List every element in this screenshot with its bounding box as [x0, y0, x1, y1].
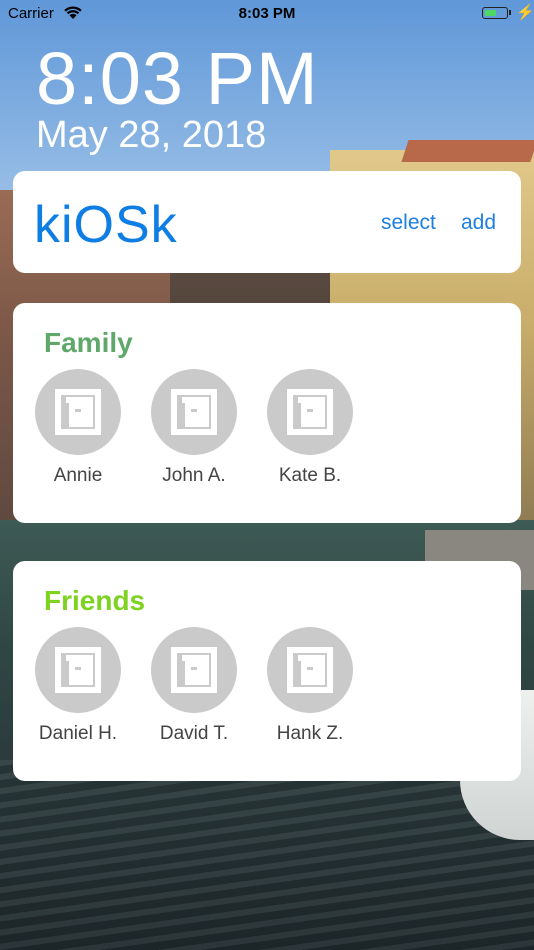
group-title: Family — [44, 327, 133, 358]
contact-item[interactable]: John A. — [134, 369, 254, 487]
contact-name: Kate B. — [278, 465, 342, 486]
charging-bolt-icon: ⚡ — [516, 4, 534, 21]
placeholder-avatar-icon — [151, 369, 237, 455]
header-card: kiOSk select add — [13, 171, 521, 273]
group-card-friends: Friends Daniel H. David T. Hank Z. — [13, 561, 521, 781]
clock-time: 8:03 PM — [36, 37, 319, 120]
group-title: Friends — [44, 585, 146, 616]
placeholder-avatar-icon — [35, 627, 121, 713]
contact-item[interactable]: Annie — [18, 369, 138, 487]
contact-name: John A. — [162, 465, 226, 486]
contact-item[interactable]: Kate B. — [250, 369, 370, 487]
placeholder-avatar-icon — [267, 369, 353, 455]
group-card-family: Family Annie John A. Kate B. — [13, 303, 521, 523]
clock-date: May 28, 2018 — [36, 114, 267, 156]
battery-icon — [482, 7, 508, 19]
battery-tip — [509, 10, 511, 15]
contact-name: Daniel H. — [38, 723, 118, 744]
contact-name: Hank Z. — [276, 723, 344, 744]
contact-item[interactable]: Daniel H. — [18, 627, 138, 745]
status-bar-time: 8:03 PM — [238, 5, 296, 22]
battery-level-fill — [484, 9, 497, 16]
contact-name: David T. — [159, 723, 229, 744]
status-bar: Carrier 8:03 PM ⚡ — [0, 0, 534, 28]
contact-name: Annie — [53, 465, 103, 486]
contact-item[interactable]: Hank Z. — [250, 627, 370, 745]
add-button[interactable]: add — [461, 211, 496, 235]
select-button[interactable]: select — [381, 211, 436, 235]
background-water-ripples — [0, 760, 534, 950]
background-roof — [401, 140, 534, 162]
placeholder-avatar-icon — [35, 369, 121, 455]
placeholder-avatar-icon — [267, 627, 353, 713]
placeholder-avatar-icon — [151, 627, 237, 713]
app-title: kiOSk — [34, 196, 178, 254]
contact-item[interactable]: David T. — [134, 627, 254, 745]
